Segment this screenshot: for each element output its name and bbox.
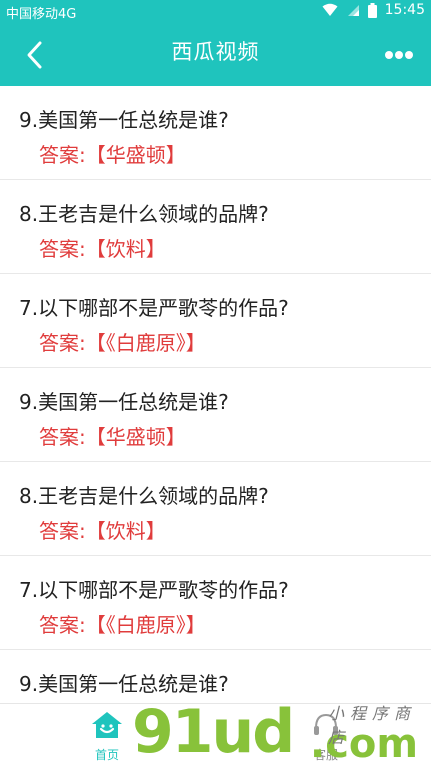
qa-item[interactable]: 7.以下哪部不是严歌苓的作品? 答案:【《白鹿原》】 bbox=[0, 274, 431, 368]
answer-text: 答案:【饮料】 bbox=[39, 237, 166, 261]
answer-text: 答案:【《白鹿原》】 bbox=[39, 331, 206, 355]
home-icon bbox=[92, 712, 122, 738]
qa-item[interactable]: 9.美国第一任总统是谁? 答案:【华盛顿】 bbox=[0, 86, 431, 180]
question-text: 8.王老吉是什么领域的品牌? bbox=[19, 484, 269, 508]
question-text: 9.美国第一任总统是谁? bbox=[19, 390, 229, 414]
carrier-label: 中国移动4G bbox=[6, 7, 77, 22]
status-icons: 15:45 bbox=[322, 2, 425, 18]
tab-home[interactable]: 首页 bbox=[82, 710, 132, 768]
signal-icon bbox=[347, 5, 359, 16]
wifi-icon bbox=[322, 3, 338, 16]
qa-item[interactable]: 9.美国第一任总统是谁? bbox=[0, 650, 431, 703]
answer-text: 答案:【华盛顿】 bbox=[39, 425, 186, 449]
clock-time: 15:45 bbox=[384, 2, 425, 18]
battery-icon bbox=[367, 2, 377, 18]
more-dots-icon bbox=[385, 51, 413, 59]
more-button[interactable] bbox=[383, 42, 415, 68]
answer-text: 答案:【《白鹿原》】 bbox=[39, 613, 206, 637]
question-text: 8.王老吉是什么领域的品牌? bbox=[19, 202, 269, 226]
qa-list: 9.美国第一任总统是谁? 答案:【华盛顿】 8.王老吉是什么领域的品牌? 答案:… bbox=[0, 86, 431, 703]
question-text: 7.以下哪部不是严歌苓的作品? bbox=[19, 296, 289, 320]
qa-item[interactable]: 8.王老吉是什么领域的品牌? 答案:【饮料】 bbox=[0, 462, 431, 556]
tab-service-label: 客服 bbox=[313, 748, 338, 762]
status-bar: 中国移动4G 15:45 bbox=[0, 0, 431, 24]
tab-home-label: 首页 bbox=[94, 748, 119, 762]
question-text: 9.美国第一任总统是谁? bbox=[19, 108, 229, 132]
bottom-nav: 首页 客服 bbox=[0, 703, 431, 770]
page-title: 西瓜视频 bbox=[171, 40, 260, 64]
answer-text: 答案:【华盛顿】 bbox=[39, 143, 186, 167]
answer-text: 答案:【饮料】 bbox=[39, 519, 166, 543]
question-text: 9.美国第一任总统是谁? bbox=[19, 672, 229, 696]
qa-item[interactable]: 8.王老吉是什么领域的品牌? 答案:【饮料】 bbox=[0, 180, 431, 274]
app-bar: 西瓜视频 bbox=[0, 24, 431, 86]
qa-item[interactable]: 9.美国第一任总统是谁? 答案:【华盛顿】 bbox=[0, 368, 431, 462]
question-text: 7.以下哪部不是严歌苓的作品? bbox=[19, 578, 289, 602]
tab-service[interactable]: 客服 bbox=[296, 710, 356, 768]
headset-icon bbox=[314, 713, 338, 735]
qa-item[interactable]: 7.以下哪部不是严歌苓的作品? 答案:【《白鹿原》】 bbox=[0, 556, 431, 650]
